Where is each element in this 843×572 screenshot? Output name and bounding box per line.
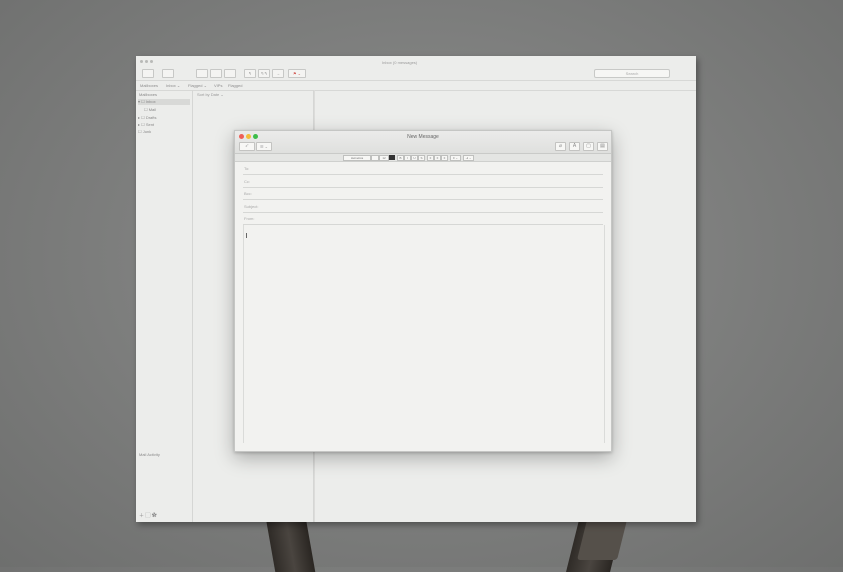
compose-title: New Message <box>407 134 439 140</box>
sidebar-header: Mailboxes <box>139 92 158 97</box>
bcc-field[interactable]: Bcc: <box>243 187 603 200</box>
bcc-label: Bcc: <box>244 191 252 196</box>
mail-activity-label: Mail Activity <box>139 452 160 457</box>
favorites-inbox[interactable]: Inbox ⌄ <box>166 83 180 88</box>
align-center-button[interactable]: ≡ <box>434 155 441 161</box>
font-select[interactable]: Helvetica <box>343 155 371 161</box>
minimize-dot[interactable] <box>145 60 148 63</box>
reply-button[interactable]: ↰ <box>244 69 256 78</box>
sidebar-item-inbox[interactable]: ▾ ☐ Inbox <box>138 99 190 105</box>
get-mail-button[interactable] <box>142 69 154 78</box>
from-label: From: <box>244 216 255 221</box>
flag-button[interactable]: ⚑ ⌄ <box>288 69 306 78</box>
message-body[interactable] <box>243 225 605 443</box>
sidebar-footer-icons: ＋ ▢ ✿ <box>139 513 157 519</box>
font-style-select[interactable] <box>371 155 379 161</box>
underline-button[interactable]: U <box>411 155 418 161</box>
paper-plane-icon: ➶ <box>244 143 250 149</box>
subject-label: Subject: <box>244 204 259 209</box>
cc-label: Cc: <box>244 179 250 184</box>
sidebar-item-junk[interactable]: ☐ Junk <box>138 129 190 135</box>
window-title: Inbox (0 messages) <box>382 60 418 65</box>
compose-window: New Message ➶ ☰ ⌄ ⌀ A ▢ ▤ Helvetica 12 B… <box>234 130 612 452</box>
easel-clamp <box>577 520 627 560</box>
list-button[interactable]: ≡ ⌄ <box>450 155 461 161</box>
delete-button[interactable] <box>210 69 222 78</box>
sidebar-item-sent[interactable]: ▸ ☐ Sent <box>138 122 190 128</box>
sidebar-item-drafts[interactable]: ▸ ☐ Drafts <box>138 115 190 121</box>
favorites-flagged-2[interactable]: Flagged <box>228 83 242 88</box>
favorites-vips[interactable]: VIPs <box>214 83 222 88</box>
attach-button[interactable]: ⌀ <box>555 142 566 151</box>
indent-button[interactable]: ⇥ ⌄ <box>463 155 474 161</box>
italic-button[interactable]: I <box>404 155 411 161</box>
strikethrough-button[interactable]: S <box>418 155 425 161</box>
format-bar: Helvetica 12 B I U S ≡ ≡ ≡ ≡ ⌄ ⇥ ⌄ <box>235 154 611 162</box>
junk-button[interactable] <box>224 69 236 78</box>
mailbox-sidebar: Mailboxes ▾ ☐ Inbox ☐ Mail ▸ ☐ Drafts ▸ … <box>136 90 193 522</box>
to-field[interactable]: To: <box>243 162 603 175</box>
text-color-swatch[interactable] <box>389 155 395 160</box>
photo-browser-button[interactable]: ▢ <box>583 142 594 151</box>
mail-toolbar: ↰ ↰↰ → ⚑ ⌄ Search <box>136 66 696 80</box>
to-label: To: <box>244 166 250 171</box>
from-field[interactable]: From: <box>243 212 603 225</box>
mail-titlebar: Inbox (0 messages) <box>136 56 696 66</box>
stationery-button[interactable]: ▤ <box>597 142 608 151</box>
archive-button[interactable] <box>196 69 208 78</box>
zoom-dot[interactable] <box>150 60 153 63</box>
compose-button[interactable] <box>162 69 174 78</box>
sidebar-item-mail[interactable]: ☐ Mail <box>144 107 196 113</box>
favorites-flagged[interactable]: Flagged ⌄ <box>188 83 207 88</box>
send-button[interactable]: ➶ <box>239 142 255 151</box>
close-dot[interactable] <box>140 60 143 63</box>
favorites-mailboxes[interactable]: Mailboxes <box>140 83 158 88</box>
header-fields-button[interactable]: ☰ ⌄ <box>256 142 272 151</box>
bold-button[interactable]: B <box>397 155 404 161</box>
forward-button[interactable]: → <box>272 69 284 78</box>
text-caret <box>246 233 247 238</box>
font-size-select[interactable]: 12 <box>379 155 389 161</box>
reply-all-button[interactable]: ↰↰ <box>258 69 270 78</box>
sort-by-date[interactable]: Sort by Date ⌄ <box>197 92 224 97</box>
format-button[interactable]: A <box>569 142 580 151</box>
painted-canvas: Inbox (0 messages) ↰ ↰↰ → ⚑ ⌄ Search Mai… <box>136 56 696 522</box>
align-right-button[interactable]: ≡ <box>441 155 448 161</box>
compose-titlebar: New Message ➶ ☰ ⌄ ⌀ A ▢ ▤ <box>235 131 611 154</box>
align-left-button[interactable]: ≡ <box>427 155 434 161</box>
search-input[interactable]: Search <box>594 69 670 78</box>
